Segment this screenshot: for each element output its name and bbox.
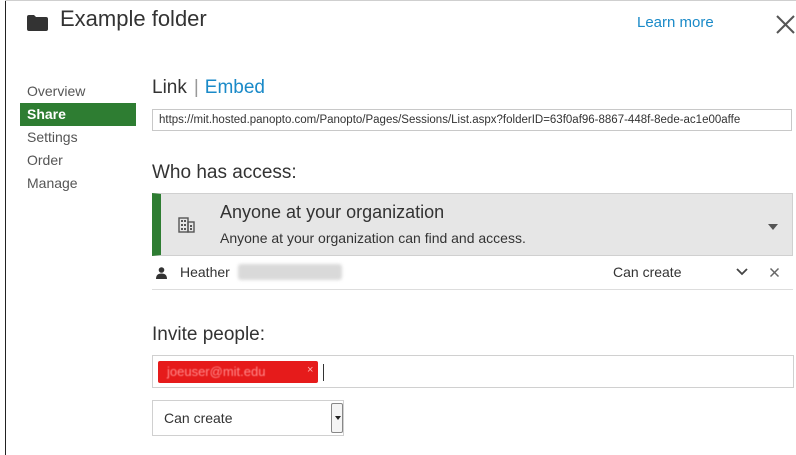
share-url-field[interactable]: https://mit.hosted.panopto.com/Panopto/P… bbox=[152, 109, 792, 131]
redacted-surname bbox=[238, 264, 342, 280]
sidebar-item-overview[interactable]: Overview bbox=[20, 80, 136, 103]
select-dropdown-button[interactable] bbox=[331, 403, 343, 433]
sidebar-item-manage[interactable]: Manage bbox=[20, 172, 136, 195]
chip-remove-icon[interactable]: × bbox=[307, 364, 313, 376]
sidebar-item-share[interactable]: Share bbox=[20, 103, 136, 126]
page-title: Example folder bbox=[60, 6, 207, 31]
sidebar-nav: Overview Share Settings Order Manage bbox=[20, 80, 136, 195]
user-permission-select[interactable]: Can create bbox=[613, 264, 681, 280]
caret-down-icon bbox=[335, 416, 341, 420]
folder-icon bbox=[27, 15, 48, 31]
user-name: Heather bbox=[180, 264, 230, 280]
remove-user-icon[interactable] bbox=[769, 267, 780, 278]
tab-separator: | bbox=[193, 77, 199, 98]
window-border-left bbox=[5, 0, 6, 455]
tab-embed[interactable]: Embed bbox=[205, 77, 265, 98]
learn-more-link[interactable]: Learn more bbox=[637, 14, 714, 31]
caret-down-icon bbox=[768, 224, 778, 230]
invite-input[interactable]: joeuser@mit.edu × bbox=[152, 355, 794, 388]
user-access-row: Heather Can create bbox=[152, 258, 793, 290]
chevron-down-icon[interactable] bbox=[735, 267, 749, 277]
invite-permission-value: Can create bbox=[164, 410, 233, 426]
chip-email: joeuser@mit.edu bbox=[167, 364, 266, 379]
tab-link[interactable]: Link bbox=[152, 77, 187, 98]
sidebar-item-settings[interactable]: Settings bbox=[20, 126, 136, 149]
who-has-access-heading: Who has access: bbox=[152, 162, 297, 183]
text-cursor bbox=[323, 364, 324, 381]
person-icon bbox=[156, 267, 167, 279]
invite-email-chip: joeuser@mit.edu × bbox=[158, 361, 318, 383]
building-icon bbox=[178, 217, 195, 233]
close-icon[interactable] bbox=[774, 12, 796, 36]
access-level-dropdown[interactable]: Anyone at your organization Anyone at yo… bbox=[152, 193, 793, 256]
sidebar-item-order[interactable]: Order bbox=[20, 149, 136, 172]
access-option-title: Anyone at your organization bbox=[220, 202, 445, 222]
access-option-description: Anyone at your organization can find and… bbox=[220, 230, 526, 246]
invite-permission-select[interactable]: Can create bbox=[152, 400, 344, 436]
dialog-header: Example folder Learn more bbox=[0, 0, 796, 46]
share-tabs: Link | Embed bbox=[152, 77, 265, 99]
invite-people-heading: Invite people: bbox=[152, 324, 266, 345]
